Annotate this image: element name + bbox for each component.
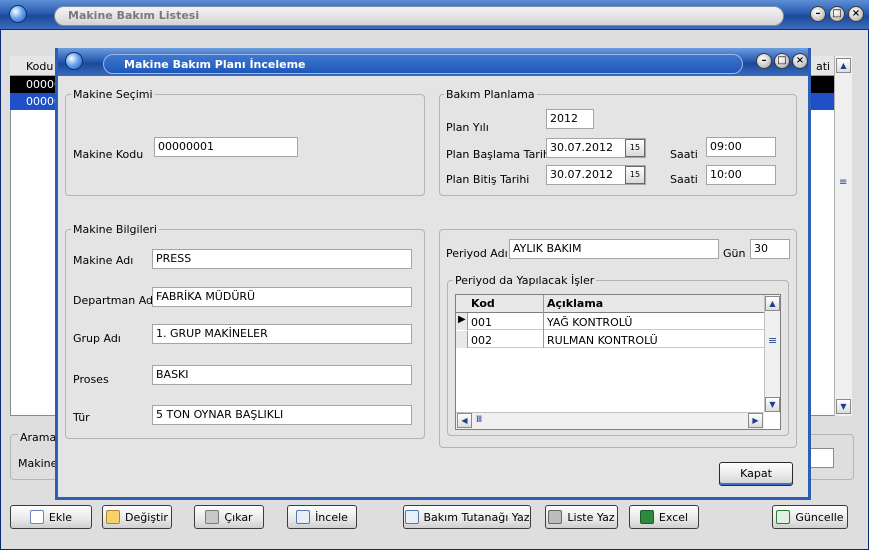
calendar-icon[interactable]: 15 <box>625 166 645 184</box>
machine-name-label: Makine Adı <box>73 254 134 267</box>
search-group-label: Arama <box>18 431 59 444</box>
scroll-down-icon[interactable]: ▼ <box>836 399 851 414</box>
machine-selection-label: Makine Seçimi <box>71 88 155 101</box>
maximize-icon[interactable]: □ <box>829 6 845 22</box>
hscroll-grip-icon[interactable]: Ⅲ <box>476 415 482 425</box>
printer-icon <box>548 510 563 524</box>
minimize-icon[interactable]: – <box>810 6 826 22</box>
machine-info-label: Makine Bilgileri <box>71 223 159 236</box>
print-maintenance-report-button[interactable]: Bakım Tutanağı Yaz <box>403 505 531 529</box>
edit-button[interactable]: Değiştir <box>102 505 172 529</box>
end-time-field[interactable]: 10:00 <box>706 165 776 185</box>
folder-icon <box>106 510 121 524</box>
column-divider <box>543 295 544 348</box>
period-name-field[interactable]: AYLIK BAKIM <box>509 239 719 259</box>
process-label: Proses <box>73 373 109 386</box>
period-tasks-label: Periyod da Yapılacak İşler <box>453 274 597 287</box>
task-desc-cell: RULMAN KONTROLÜ <box>547 334 658 347</box>
type-field[interactable]: 5 TON OYNAR BAŞLIKLI <box>152 405 412 425</box>
add-button[interactable]: Ekle <box>10 505 92 529</box>
maintenance-planning-label: Bakım Planlama <box>444 88 537 101</box>
search-input[interactable] <box>810 448 834 468</box>
magnifier-icon <box>296 510 311 524</box>
scroll-up-icon[interactable]: ▲ <box>765 296 780 311</box>
plan-end-date-label: Plan Bitiş Tarihi <box>446 173 530 186</box>
day-label: Gün <box>723 247 746 260</box>
type-label: Tür <box>73 411 90 424</box>
tasks-column-description[interactable]: Açıklama <box>547 297 603 310</box>
report-icon <box>404 510 419 524</box>
calendar-icon[interactable]: 15 <box>625 139 645 157</box>
remove-button[interactable]: Çıkar <box>194 505 264 529</box>
start-time-field[interactable]: 09:00 <box>706 137 776 157</box>
end-time-label: Saati <box>670 173 698 186</box>
dialog-minimize-icon[interactable]: – <box>756 53 772 69</box>
main-window-title: Makine Bakım Listesi <box>68 9 200 22</box>
new-document-icon <box>29 510 44 524</box>
machine-code-field[interactable]: 00000001 <box>154 137 298 157</box>
tasks-column-code[interactable]: Kod <box>471 297 495 310</box>
excel-button[interactable]: Excel <box>629 505 699 529</box>
group-name-field[interactable]: 1. GRUP MAKİNELER <box>152 324 412 344</box>
process-field[interactable]: BASKI <box>152 365 412 385</box>
tasks-grid-header <box>456 295 764 313</box>
refresh-icon <box>776 510 791 524</box>
tasks-horizontal-scrollbar[interactable] <box>456 412 764 429</box>
app-globe-icon[interactable] <box>9 5 27 23</box>
close-icon[interactable]: × <box>848 6 864 22</box>
scroll-down-icon[interactable]: ▼ <box>765 397 780 412</box>
tasks-vertical-scrollbar[interactable] <box>764 295 780 412</box>
dialog-globe-icon[interactable] <box>65 52 83 70</box>
task-code-cell: 002 <box>471 334 492 347</box>
scroll-left-icon[interactable]: ◀ <box>457 413 472 428</box>
day-field[interactable]: 30 <box>750 239 790 259</box>
start-time-label: Saati <box>670 148 698 161</box>
grid-column-saati[interactable]: ati <box>816 60 830 73</box>
dialog-close-icon[interactable]: × <box>792 53 808 69</box>
scroll-grip-icon[interactable]: ≡ <box>839 177 847 188</box>
refresh-button[interactable]: Güncelle <box>772 505 848 529</box>
row-indicator <box>456 331 468 348</box>
group-name-label: Grup Adı <box>73 332 121 345</box>
dialog-maximize-icon[interactable]: □ <box>774 53 790 69</box>
task-desc-cell: YAĞ KONTROLÜ <box>547 316 633 329</box>
period-name-label: Periyod Adı <box>446 247 508 260</box>
close-button[interactable]: Kapat <box>719 462 793 486</box>
machine-code-label: Makine Kodu <box>73 148 144 161</box>
department-name-label: Departman Adı <box>73 294 157 307</box>
trash-icon <box>205 510 220 524</box>
department-name-field[interactable]: FABRİKA MÜDÜRÜ <box>152 287 412 307</box>
grid-column-kodu[interactable]: Kodu <box>26 60 53 73</box>
scroll-up-icon[interactable]: ▲ <box>836 58 851 73</box>
plan-year-label: Plan Yılı <box>446 121 489 134</box>
dialog-title: Makine Bakım Planı İnceleme <box>124 58 306 71</box>
scroll-grip-icon[interactable]: ≡ <box>768 334 777 347</box>
machine-name-field[interactable]: PRESS <box>152 249 412 269</box>
search-field-label: Makine <box>18 457 58 470</box>
excel-icon <box>639 510 654 524</box>
grid-scrollbar[interactable] <box>834 56 852 416</box>
print-list-button[interactable]: Liste Yaz <box>545 505 618 529</box>
plan-year-field[interactable]: 2012 <box>546 109 594 129</box>
task-code-cell: 001 <box>471 316 492 329</box>
scroll-right-icon[interactable]: ▶ <box>748 413 763 428</box>
plan-start-date-label: Plan Başlama Tarihi <box>446 148 553 161</box>
current-row-arrow-icon: ▶ <box>458 314 466 325</box>
inspect-button[interactable]: İncele <box>287 505 357 529</box>
